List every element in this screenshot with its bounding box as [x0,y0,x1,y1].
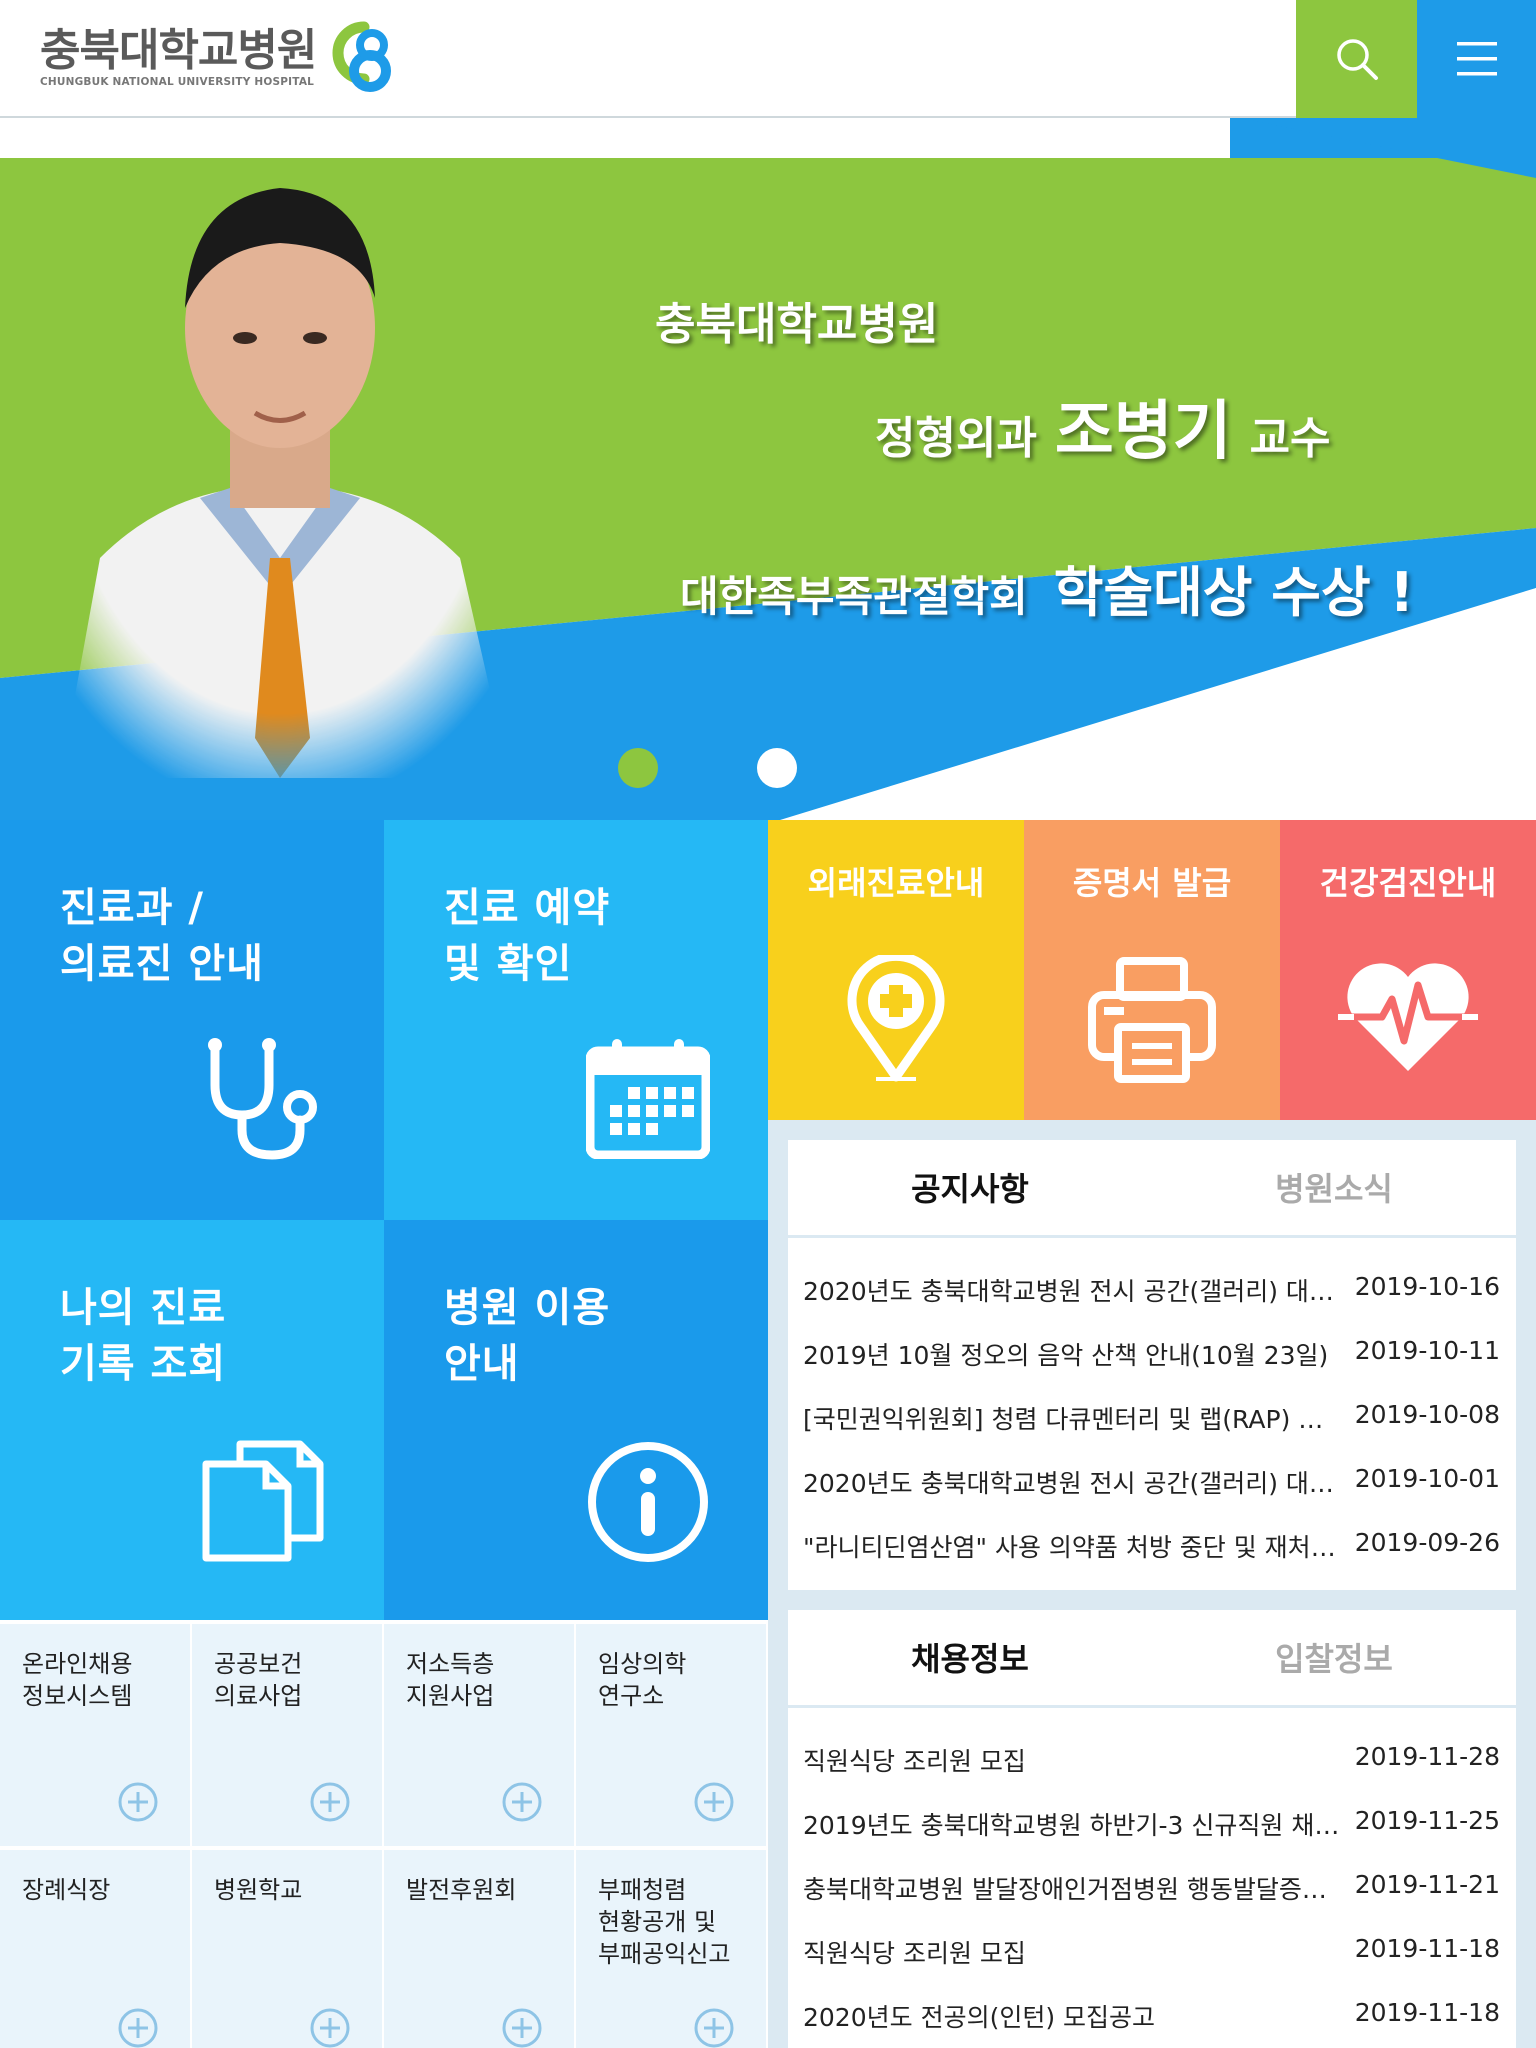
tile-label: 나의 진료 기록 조회 [60,1285,227,1387]
shortcut-public-health[interactable]: 공공보건 의료사업 [192,1624,382,1846]
documents-icon [202,1440,324,1562]
plus-circle-icon [694,1782,734,1822]
tile-label: 진료과 / 의료진 안내 [60,885,264,987]
plus-circle-icon [118,1782,158,1822]
notice-tabs: 공지사항 병원소식 [788,1140,1516,1238]
list-item[interactable]: 충북대학교병원 발달장애인거점병원 행동발달증진센터 채용2019-11-21 [788,1856,1516,1920]
plus-circle-icon [118,2008,158,2048]
list-item[interactable]: 2020년도 충북대학교병원 전시 공간(갤러리) 대관 안내 2019-10-1… [788,1258,1516,1322]
banner-line-award: 대한족부족관절학회 학술대상 수상 ! [680,561,1415,624]
shortcut-grid: 온라인채용 정보시스템 공공보건 의료사업 저소득층 지원사업 임상의학 연구소… [0,1620,768,2048]
logo-mark-icon [332,21,392,92]
plus-circle-icon [694,2008,734,2048]
tile-label: 진료 예약 및 확인 [444,885,611,987]
hospital-logo[interactable]: 충북대학교병원 CHUNGBUK NATIONAL UNIVERSITY HOS… [40,16,396,98]
shortcut-funeral-hall[interactable]: 장례식장 [0,1850,190,2048]
search-button[interactable] [1296,0,1417,118]
tile-department-doctors[interactable]: 진료과 / 의료진 안내 [0,820,384,1220]
shortcut-online-recruit[interactable]: 온라인채용 정보시스템 [0,1624,190,1846]
tile-reservation[interactable]: 진료 예약 및 확인 [384,820,768,1220]
quick-health-checkup[interactable]: 건강검진안내 [1280,820,1536,1120]
recruit-list: 직원식당 조리원 모집 2019-11-28 2019년도 충북대학교병원 하반기… [788,1728,1516,2048]
tile-medical-records[interactable]: 나의 진료 기록 조회 [0,1220,384,1620]
quick-label: 증명서 발급 [1072,864,1232,902]
plus-circle-icon [310,2008,350,2048]
banner-doctor-name: 조병기 [1054,395,1232,469]
banner-line-doctor: 정형외과 조병기 교수 [875,395,1331,469]
quick-label: 외래진료안내 [807,864,985,902]
main-banner-slider[interactable]: 충북대학교병원 정형외과 조병기 교수 대한족부족관절학회 학술대상 수상 ! [0,118,1536,820]
tab-hospital-news[interactable]: 병원소식 [1152,1140,1516,1238]
tab-bidding[interactable]: 입찰정보 [1152,1610,1516,1708]
search-icon [1336,39,1378,80]
shortcut-low-income-support[interactable]: 저소득층 지원사업 [384,1624,574,1846]
doctor-photo [60,188,510,778]
plus-circle-icon [310,1782,350,1822]
header: 충북대학교병원 CHUNGBUK NATIONAL UNIVERSITY HOS… [0,0,1536,118]
heart-pulse-icon [1338,963,1478,1071]
list-item[interactable]: 2020년도 충북대학교병원 전시 공간(갤러리) 대관 공고 2019-10-0… [788,1450,1516,1514]
tile-label: 병원 이용 안내 [444,1285,611,1387]
calendar-icon [586,1039,710,1159]
recruit-tabs: 채용정보 입찰정보 [788,1610,1516,1708]
notice-list: 2020년도 충북대학교병원 전시 공간(갤러리) 대관 안내 2019-10-1… [788,1258,1516,1578]
menu-button[interactable] [1417,0,1536,118]
tab-recruitment[interactable]: 채용정보 [788,1610,1152,1708]
hamburger-menu-icon [1456,42,1497,76]
quick-outpatient-guide[interactable]: 외래진료안내 [768,820,1024,1120]
notice-board: 공지사항 병원소식 2020년도 충북대학교병원 전시 공간(갤러리) 대관 안… [788,1140,1516,1590]
plus-circle-icon [502,1782,542,1822]
banner-line-hospital: 충북대학교병원 [655,299,939,350]
plus-circle-icon [502,2008,542,2048]
list-item[interactable]: 직원식당 조리원 모집 2019-11-28 [788,1728,1516,1792]
list-item[interactable]: 2019년도 충북대학교병원 하반기-3 신규직원 채용 공고 2019-11-2… [788,1792,1516,1856]
shortcut-development-fund[interactable]: 발전후원회 [384,1850,574,2048]
list-item[interactable]: "라니티딘염산염" 사용 의약품 처방 중단 및 재처방 안내 2019-09-2… [788,1514,1516,1578]
logo-english-name: CHUNGBUK NATIONAL UNIVERSITY HOSPITAL [40,76,315,88]
list-item[interactable]: 직원식당 조리원 모집 2019-11-18 [788,1920,1516,1984]
slide-dot-2[interactable] [757,748,797,788]
shortcut-clinical-research[interactable]: 임상의학 연구소 [576,1624,766,1846]
shortcut-anti-corruption[interactable]: 부패청렴 현황공개 및 부패공익신고 [576,1850,766,2048]
shortcut-hospital-school[interactable]: 병원학교 [192,1850,382,2048]
tab-notices[interactable]: 공지사항 [788,1140,1152,1238]
logo-korean-name: 충북대학교병원 [40,25,317,76]
quick-label: 건강검진안내 [1319,864,1497,902]
slide-dot-1[interactable] [618,748,658,788]
quick-certificate[interactable]: 증명서 발급 [1024,820,1280,1120]
info-icon [588,1442,708,1562]
recruit-board: 채용정보 입찰정보 직원식당 조리원 모집 2019-11-28 2019년도 충… [788,1610,1516,2048]
printer-icon [1088,957,1216,1083]
location-pin-cross-icon [847,955,945,1082]
list-item[interactable]: [국민권익위원회] 청렴 다큐멘터리 및 랩(RAP) 공모전 2019-10-0… [788,1386,1516,1450]
list-item[interactable]: 2020년도 전공의(인턴) 모집공고 2019-11-18 [788,1984,1516,2048]
list-item[interactable]: 2019년 10월 정오의 음악 산책 안내(10월 23일) 2019-10-1… [788,1322,1516,1386]
stethoscope-icon [208,1038,317,1160]
tile-hospital-guide[interactable]: 병원 이용 안내 [384,1220,768,1620]
